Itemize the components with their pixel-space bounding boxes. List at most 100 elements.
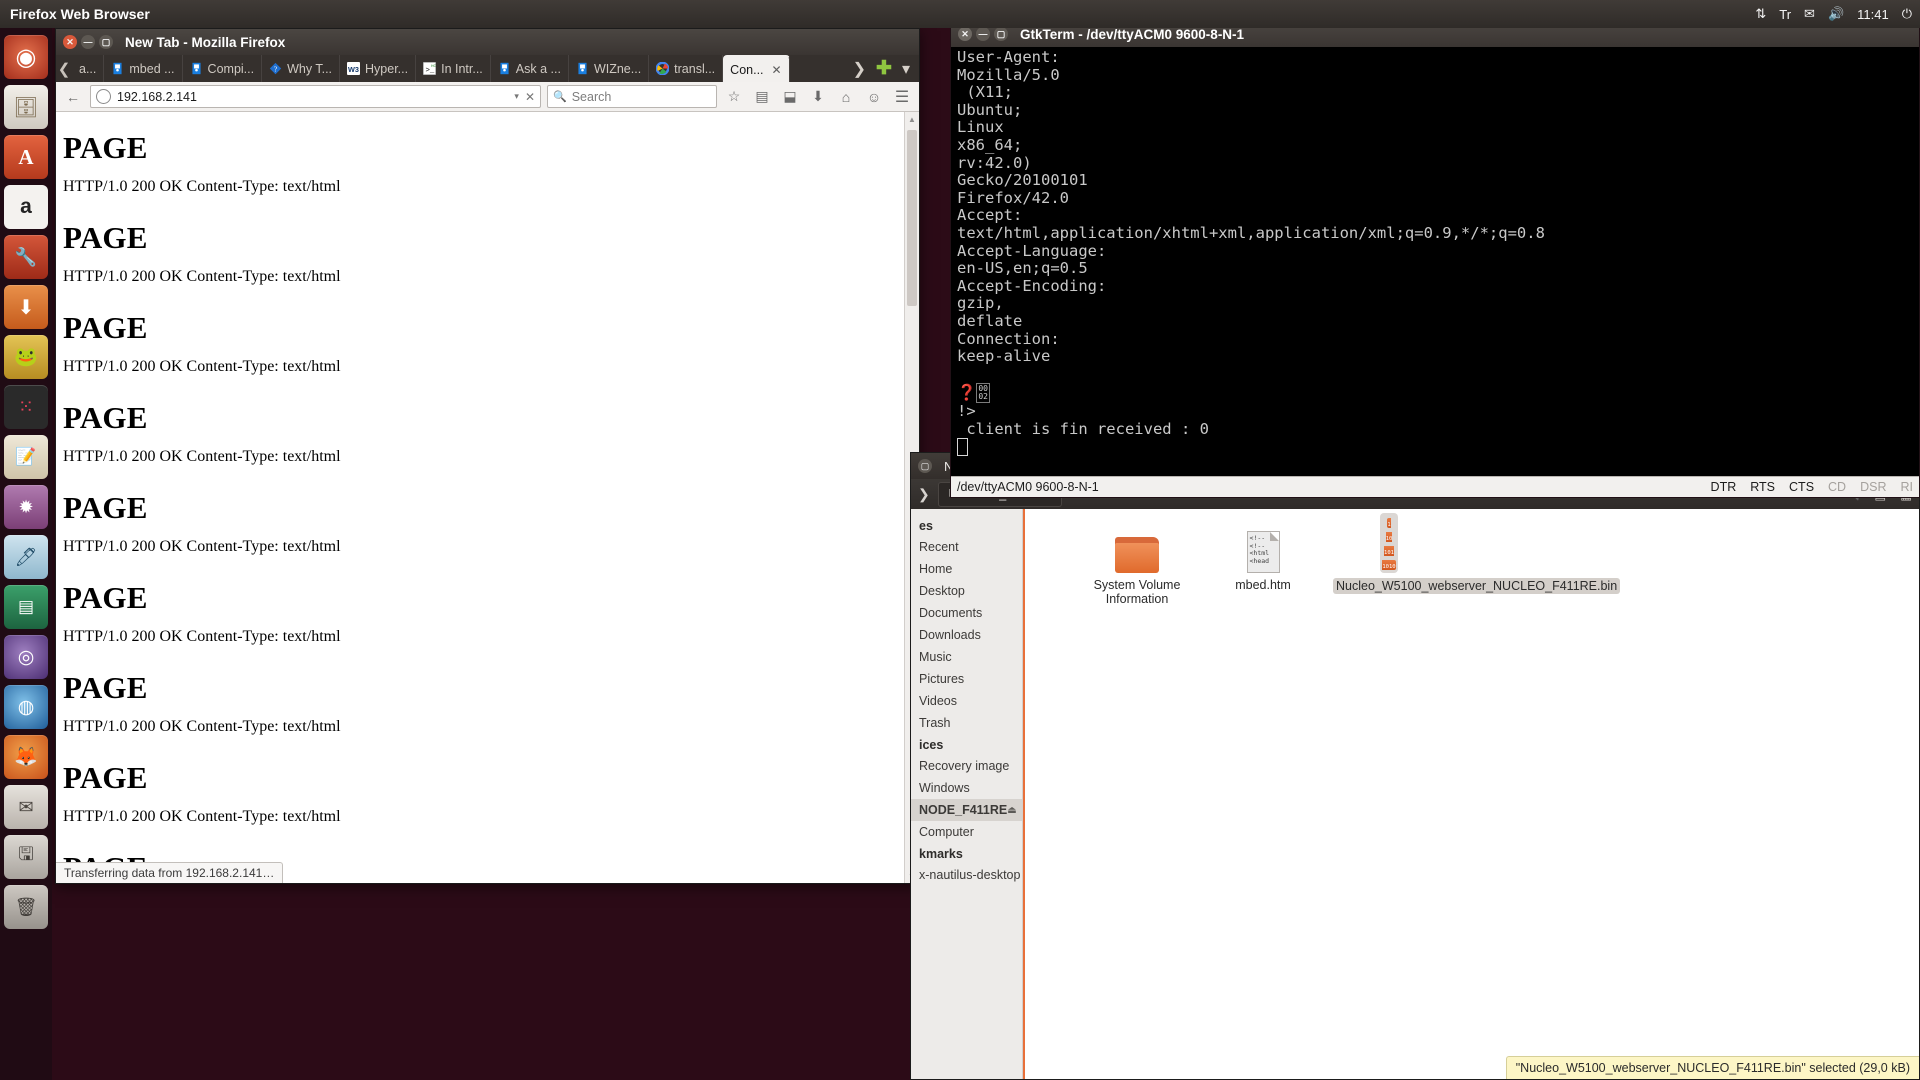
sidebar-item-downloads[interactable]: Downloads (911, 624, 1022, 646)
firefox-tab-strip: ❮ a... mbed ... Compi... ? Why T... W3 H… (56, 55, 919, 82)
tab-why-t[interactable]: ? Why T... (262, 55, 341, 82)
maximize-icon[interactable]: ▢ (99, 35, 113, 49)
minimize-icon[interactable]: — (976, 27, 990, 41)
chevron-down-icon[interactable]: ▾ (514, 91, 519, 102)
page-paragraph: HTTP/1.0 200 OK Content-Type: text/html (63, 358, 341, 375)
nautilus-file-area[interactable]: System Volume Information <!-- <!-- <html <… (1023, 509, 1919, 1079)
sidebar-item-recovery-image[interactable]: Recovery image (911, 755, 1022, 777)
tab-in-intr[interactable]: >_ HC In Intr... (416, 55, 491, 82)
amazon-icon[interactable]: a (4, 185, 48, 229)
ubuntu-software-icon[interactable]: A (4, 135, 48, 179)
home-icon[interactable]: ⌂ (835, 86, 857, 108)
firefox-icon[interactable]: 🦊 (4, 735, 48, 779)
firefox-page-content: PAGE HTTP/1.0 200 OK Content-Type: text/… (56, 112, 919, 883)
trash-icon[interactable]: 🗑 (4, 885, 48, 929)
tab-label: In Intr... (441, 61, 483, 76)
tab-wiznet[interactable]: WIZne... (569, 55, 650, 82)
session-menu-icon[interactable]: ⏻ (1902, 6, 1912, 22)
text-editor-icon[interactable]: 📝 (4, 435, 48, 479)
messaging-icon[interactable]: ✉ (1804, 6, 1815, 22)
minimize-icon[interactable]: — (81, 35, 95, 49)
w3c-icon: W3 (347, 62, 361, 75)
sidebar-item-label: Recovery image (919, 759, 1010, 773)
sidebar-item-pictures[interactable]: Pictures (911, 668, 1022, 690)
new-tab-button[interactable]: ✚ (876, 59, 892, 78)
media-player-icon[interactable]: ◎ (4, 635, 48, 679)
signal-cts: CTS (1789, 480, 1815, 494)
term-line: Gecko/20100101 (957, 171, 1088, 190)
file-item-nucleo-bin[interactable]: 1 10 101 1010 Nucleo_W5100_webserver_NUCLEO… (1333, 513, 1621, 594)
sidebar-item-recent[interactable]: Recent (911, 536, 1022, 558)
tab-close-icon[interactable]: ✕ (772, 63, 782, 77)
tab-list-icon[interactable]: ❯ (853, 59, 866, 79)
mbed-icon (578, 62, 587, 75)
tab-label: Ask a ... (515, 61, 561, 76)
network-icon[interactable]: ⇅ (1755, 6, 1766, 22)
tab-compiler[interactable]: Compi... (183, 55, 263, 82)
tab-translate[interactable]: transl... (649, 55, 724, 82)
chevron-down-icon[interactable]: ▾ (902, 59, 910, 79)
mail-icon[interactable]: ✉ (4, 785, 48, 829)
downloads-icon[interactable]: ⬇ (807, 86, 829, 108)
svg-text:?: ? (274, 64, 277, 73)
gtkterm-screen[interactable]: User-Agent: Mozilla/5.0 (X11; Ubuntu; Li… (951, 47, 1919, 469)
sync-icon[interactable]: ☺ (863, 86, 885, 108)
tab-scroll-left-icon[interactable]: ❮ (56, 55, 72, 82)
file-item-system-volume-information[interactable]: System Volume Information (1081, 525, 1193, 606)
usb-device-icon[interactable]: 🖫 (4, 835, 48, 879)
tab-a[interactable]: a... (72, 55, 105, 82)
scrollbar-thumb[interactable] (907, 130, 917, 306)
sidebar-item-x-nautilus-desktop[interactable]: x-nautilus-desktop… (911, 864, 1022, 886)
gtkterm-icon[interactable]: 🐸 (4, 335, 48, 379)
sidebar-item-windows[interactable]: Windows (911, 777, 1022, 799)
back-button[interactable]: ← (62, 86, 84, 108)
panel-app-title[interactable]: Firefox Web Browser (10, 6, 150, 22)
page-body: PAGE HTTP/1.0 200 OK Content-Type: text/… (56, 112, 919, 883)
keyboard-layout-indicator[interactable]: Tr (1779, 7, 1791, 22)
downloads-icon[interactable]: ⬇ (4, 285, 48, 329)
sidebar-item-node-f411re[interactable]: NODE_F411RE ⏏ (911, 799, 1022, 821)
scroll-up-icon[interactable]: ▲ (905, 112, 919, 126)
control-char-glyph: ❓ (957, 383, 977, 402)
ubuntu-dash-icon[interactable]: ◉ (4, 35, 48, 79)
sidebar-item-music[interactable]: Music (911, 646, 1022, 668)
dice-app-icon[interactable]: ⁙ (4, 385, 48, 429)
terminal-icon[interactable]: ▤ (4, 585, 48, 629)
tab-hypertext[interactable]: W3 Hyper... (340, 55, 417, 82)
sidebar-item-videos[interactable]: Videos (911, 690, 1022, 712)
signal-dtr: DTR (1710, 480, 1737, 494)
panel-clock[interactable]: 11:41 (1857, 7, 1889, 22)
file-item-mbed-htm[interactable]: <!-- <!-- <html <head mbed.htm (1207, 525, 1319, 592)
sidebar-item-computer[interactable]: Computer (911, 821, 1022, 843)
search-bar[interactable]: 🔍 Search (547, 85, 717, 108)
tab-mbed[interactable]: mbed ... (104, 55, 183, 82)
chromium-icon[interactable]: ◍ (4, 685, 48, 729)
window-controls: ✕ — ▢ (63, 35, 113, 49)
sidebar-item-trash[interactable]: Trash (911, 712, 1022, 734)
stop-loading-icon[interactable]: ✕ (525, 90, 535, 104)
sidebar-item-home[interactable]: Home (911, 558, 1022, 580)
bookmark-star-icon[interactable]: ☆ (723, 86, 745, 108)
eject-icon[interactable]: ⏏ (1007, 805, 1016, 816)
close-icon[interactable]: ✕ (63, 35, 77, 49)
pocket-icon[interactable]: ⬓ (779, 86, 801, 108)
tab-connection-active[interactable]: Con... ✕ (723, 55, 790, 82)
firefox-titlebar[interactable]: ✕ — ▢ New Tab - Mozilla Firefox (56, 29, 919, 55)
maximize-icon[interactable]: ▢ (994, 27, 1008, 41)
forward-button[interactable]: ❯ (918, 486, 930, 503)
sidebar-item-documents[interactable]: Documents (911, 602, 1022, 624)
address-bar[interactable]: 192.168.2.141 ▾ ✕ (90, 85, 541, 108)
close-icon[interactable]: ✕ (958, 27, 972, 41)
volume-icon[interactable]: 🔊 (1828, 6, 1844, 22)
hamburger-menu-icon[interactable]: ☰ (891, 86, 913, 108)
virus-app-icon[interactable]: ✹ (4, 485, 48, 529)
page-paragraph: HTTP/1.0 200 OK Content-Type: text/html (63, 538, 341, 555)
sketch-app-icon[interactable]: 🖊 (4, 535, 48, 579)
indicator-area: ⇅ Tr ✉ 🔊 11:41 ⏻ (1755, 0, 1912, 28)
sidebar-item-desktop[interactable]: Desktop (911, 580, 1022, 602)
tab-ask-a[interactable]: Ask a ... (491, 55, 569, 82)
files-icon[interactable]: 🗄 (4, 85, 48, 129)
system-settings-icon[interactable]: 🔧 (4, 235, 48, 279)
maximize-icon[interactable]: ▢ (918, 459, 932, 473)
reader-mode-icon[interactable]: ▤ (751, 86, 773, 108)
